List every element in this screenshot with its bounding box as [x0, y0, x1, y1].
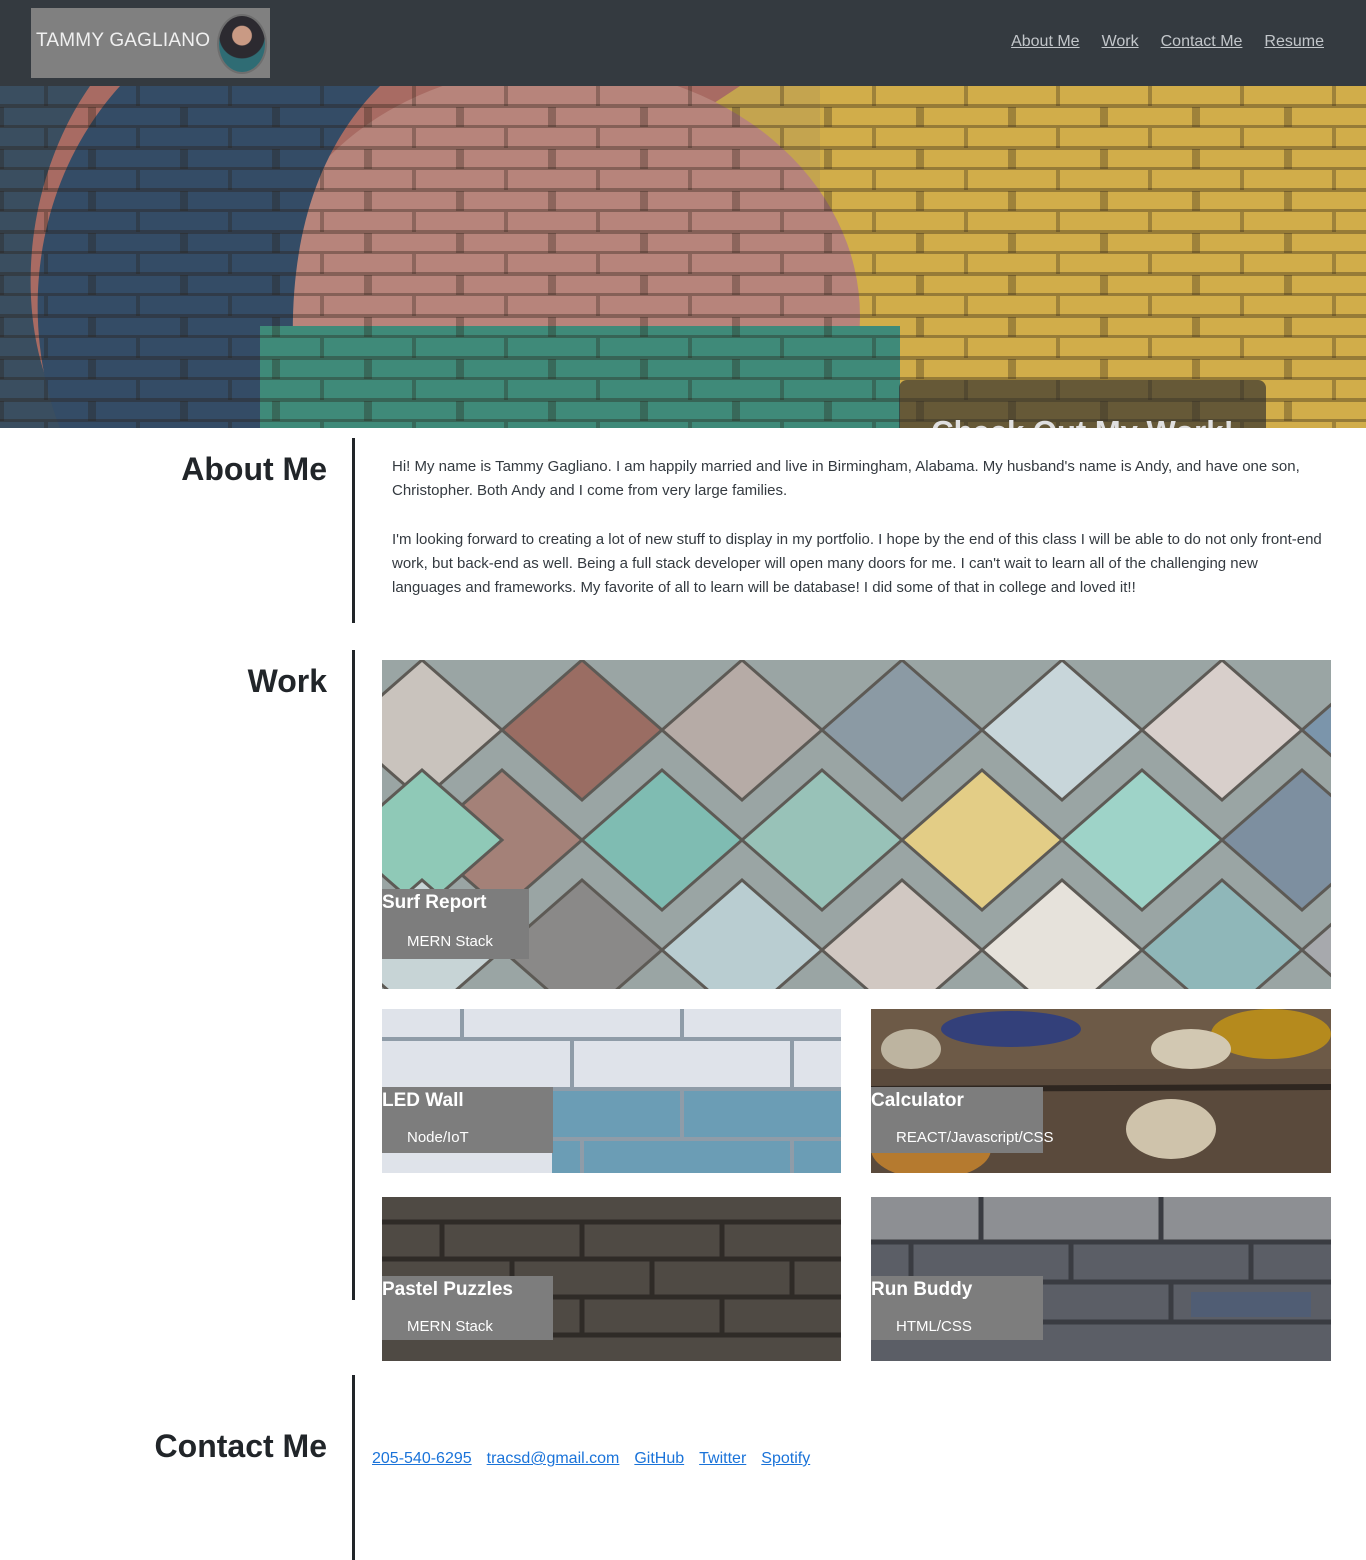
hero-banner: Check Out My Work! [0, 86, 1366, 428]
project-title: Surf Report [382, 892, 487, 913]
project-card-calculator[interactable]: Calculator REACT/Javascript/CSS [871, 1009, 1331, 1173]
project-label: Run Buddy HTML/CSS [871, 1276, 1043, 1340]
about-paragraph-2: I'm looking forward to creating a lot of… [392, 531, 1322, 596]
project-tech: MERN Stack [407, 1318, 493, 1335]
nav-resume[interactable]: Resume [1264, 33, 1324, 51]
project-card-run-buddy[interactable]: Run Buddy HTML/CSS [871, 1197, 1331, 1361]
project-tech: MERN Stack [407, 933, 493, 950]
contact-links: 205-540-6295 tracsd@gmail.com GitHub Twi… [372, 1450, 810, 1468]
about-text: Hi! My name is Tammy Gagliano. I am happ… [392, 455, 1326, 625]
work-title: Work [247, 663, 327, 699]
project-label: Surf Report MERN Stack [382, 889, 529, 959]
project-card-surf-report[interactable]: Surf Report MERN Stack [382, 660, 1331, 989]
project-label: Calculator REACT/Javascript/CSS [871, 1087, 1054, 1153]
project-tech: REACT/Javascript/CSS [896, 1129, 1054, 1146]
contact-twitter-link[interactable]: Twitter [699, 1450, 746, 1468]
work-divider [352, 650, 355, 1300]
project-card-led-wall[interactable]: LED Wall Node/IoT [382, 1009, 841, 1173]
nav-work[interactable]: Work [1102, 33, 1139, 51]
contact-title: Contact Me [154, 1428, 327, 1464]
project-title: Pastel Puzzles [382, 1279, 513, 1300]
about-title: About Me [181, 451, 327, 487]
main-nav: About Me Work Contact Me Resume [1011, 33, 1324, 51]
project-label: LED Wall Node/IoT [382, 1087, 553, 1153]
project-title: Run Buddy [871, 1279, 973, 1300]
project-label: Pastel Puzzles MERN Stack [382, 1276, 553, 1340]
contact-email-link[interactable]: tracsd@gmail.com [487, 1450, 620, 1468]
about-divider [352, 438, 355, 623]
nav-about-me[interactable]: About Me [1011, 33, 1079, 51]
hero-brick-mural-image [0, 86, 1366, 428]
brand-logo[interactable]: TAMMY GAGLIANO [31, 8, 270, 78]
cta-label: Check Out My Work! [899, 414, 1266, 428]
project-tech: HTML/CSS [896, 1318, 972, 1335]
about-paragraph-1: Hi! My name is Tammy Gagliano. I am happ… [392, 458, 1300, 499]
contact-phone-link[interactable]: 205-540-6295 [372, 1450, 472, 1468]
project-title: Calculator [871, 1090, 964, 1111]
check-out-work-button[interactable]: Check Out My Work! [899, 380, 1266, 428]
project-card-pastel-puzzles[interactable]: Pastel Puzzles MERN Stack [382, 1197, 841, 1361]
project-tech: Node/IoT [407, 1129, 469, 1146]
contact-github-link[interactable]: GitHub [634, 1450, 684, 1468]
contact-divider [352, 1375, 355, 1560]
brand-name: TAMMY GAGLIANO [36, 30, 211, 51]
nav-contact-me[interactable]: Contact Me [1161, 33, 1243, 51]
avatar [219, 16, 265, 72]
project-title: LED Wall [382, 1090, 464, 1111]
site-header: TAMMY GAGLIANO About Me Work Contact Me … [0, 0, 1366, 86]
contact-spotify-link[interactable]: Spotify [761, 1450, 810, 1468]
